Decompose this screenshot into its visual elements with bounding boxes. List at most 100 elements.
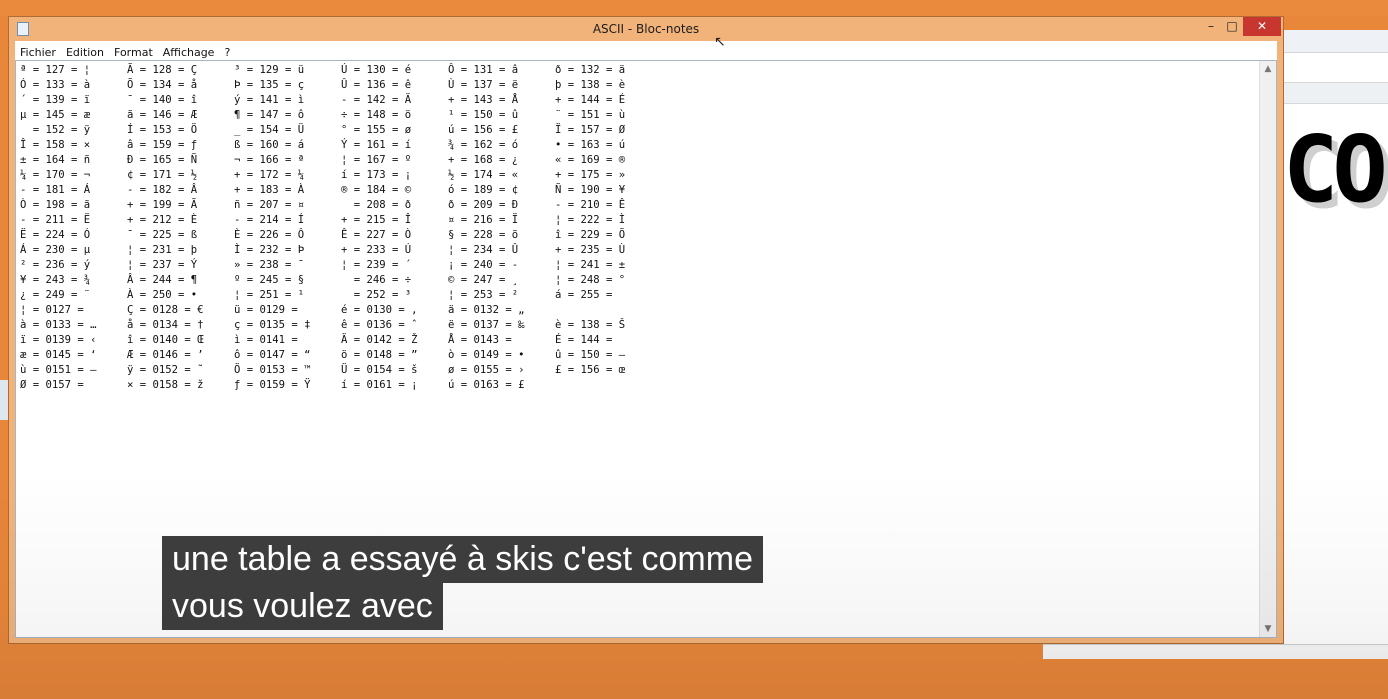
- minimize-button[interactable]: –: [1201, 17, 1221, 36]
- text-cell: = 152 = ÿ: [20, 124, 91, 136]
- text-cell: Â = 244 = ¶: [127, 274, 198, 286]
- text-cell: Ù = 137 = ë: [448, 79, 519, 91]
- text-line: Ë = 224 = Ó ¯ = 225 = ß È = 226 = Ô Ê = 227…: [20, 228, 662, 243]
- text-line: Ò = 198 = ã + = 199 = Ã ñ = 207 = ¤ = 208 …: [20, 198, 662, 213]
- text-cell: _ = 154 = Ü: [234, 124, 305, 136]
- text-cell: ð = 209 = Ð: [448, 199, 519, 211]
- text-line: µ = 145 = æ ã = 146 = Æ ¶ = 147 = ô ÷ = 148…: [20, 108, 662, 123]
- text-cell: û = 150 = –: [555, 349, 626, 361]
- scroll-up-icon[interactable]: ▲: [1260, 61, 1276, 77]
- text-line: ± = 164 = ñ Ð = 165 = Ñ ¬ = 166 = ª ¦ = 167…: [20, 153, 662, 168]
- text-cell: Ì = 232 = Þ: [234, 244, 305, 256]
- text-cell: â = 159 = ƒ: [127, 139, 198, 151]
- subtitle-line-2: vous voulez avec: [162, 583, 443, 630]
- text-cell: ÷ = 148 = ö: [341, 109, 412, 121]
- text-cell: + = 235 = Ù: [555, 244, 626, 256]
- text-cell: ¿ = 249 = ¨: [20, 289, 91, 301]
- text-cell: ï = 0139 = ‹: [20, 334, 97, 346]
- background-window-titlebar: [1283, 30, 1388, 53]
- text-cell: ¦ = 222 = Ì: [555, 214, 626, 226]
- text-cell: ¹ = 150 = û: [448, 109, 519, 121]
- text-cell: Ý = 161 = í: [341, 139, 412, 151]
- text-line: Á = 230 = µ ¦ = 231 = þ Ì = 232 = Þ + = 233…: [20, 243, 662, 258]
- text-cell: - = 214 = Í: [234, 214, 305, 226]
- text-cell: + = 199 = Ã: [127, 199, 198, 211]
- text-cell: ³ = 129 = ü: [234, 64, 305, 76]
- close-button[interactable]: ✕: [1243, 17, 1281, 36]
- text-cell: ¦ = 251 = ¹: [234, 289, 305, 301]
- text-cell: ÿ = 0152 = ˜: [127, 364, 204, 376]
- text-cell: î = 0140 = Œ: [127, 334, 204, 346]
- text-line: ´ = 139 = ï ¯ = 140 = î ý = 141 = ì - = 142…: [20, 93, 662, 108]
- text-cell: ¦ = 239 = ´: [341, 259, 412, 271]
- text-cell: ¦ = 241 = ±: [555, 259, 626, 271]
- text-cell: Ë = 224 = Ó: [20, 229, 91, 241]
- text-cell: © = 247 = ¸: [448, 274, 519, 286]
- text-cell: Ö = 0153 = ™: [234, 364, 311, 376]
- background-window[interactable]: COI: [1282, 30, 1388, 658]
- text-cell: = 208 = ð: [341, 199, 412, 211]
- maximize-button[interactable]: □: [1221, 17, 1243, 36]
- text-cell: þ = 138 = è: [555, 79, 626, 91]
- text-line: ¥ = 243 = ¾ Â = 244 = ¶ º = 245 = § = 246 …: [20, 273, 662, 288]
- text-cell: à = 0133 = …: [20, 319, 97, 331]
- scroll-down-icon[interactable]: ▼: [1260, 621, 1276, 637]
- text-cell: + = 183 = À: [234, 184, 305, 196]
- text-cell: ¦ = 167 = º: [341, 154, 412, 166]
- text-cell: Ò = 198 = ã: [20, 199, 91, 211]
- text-line: Î = 158 = × â = 159 = ƒ ß = 160 = á Ý = 161…: [20, 138, 662, 153]
- text-cell: ä = 0132 = „: [448, 304, 525, 316]
- menu-bar: Fichier Edition Format Affichage?: [15, 41, 1277, 60]
- text-cell: Ã = 128 = Ç: [127, 64, 198, 76]
- text-cell: - = 211 = Ë: [20, 214, 91, 226]
- text-cell: Í = 153 = Ö: [127, 124, 198, 136]
- text-cell: + = 233 = Ú: [341, 244, 412, 256]
- text-cell: ã = 146 = Æ: [127, 109, 198, 121]
- text-cell: - = 182 = Â: [127, 184, 198, 196]
- text-cell: ¯ = 225 = ß: [127, 229, 198, 241]
- text-cell: + = 215 = Î: [341, 214, 412, 226]
- text-cell: ¤ = 216 = Ï: [448, 214, 519, 226]
- text-cell: å = 0134 = †: [127, 319, 204, 331]
- text-cell: Õ = 134 = å: [127, 79, 198, 91]
- text-cell: ü = 0129 =: [234, 304, 298, 316]
- text-cell: » = 238 = ¯: [234, 259, 305, 271]
- text-cell: Ä = 0142 = Ž: [341, 334, 418, 346]
- window-title: ASCII - Bloc-notes: [592, 22, 700, 36]
- text-line: - = 211 = Ë + = 212 = È - = 214 = Í + = 215…: [20, 213, 662, 228]
- text-cell: ò = 0149 = •: [448, 349, 525, 361]
- text-cell: Ê = 227 = Ò: [341, 229, 412, 241]
- text-line: ² = 236 = ý ¦ = 237 = Ý » = 238 = ¯ ¦ = 239…: [20, 258, 662, 273]
- text-cell: ® = 184 = ©: [341, 184, 412, 196]
- text-cell: Ó = 133 = à: [20, 79, 91, 91]
- text-cell: = 252 = ³: [341, 289, 412, 301]
- text-cell: ¯ = 140 = î: [127, 94, 198, 106]
- text-cell: ¦ = 0127 =: [20, 304, 84, 316]
- vertical-scrollbar[interactable]: ▲ ▼: [1259, 61, 1276, 637]
- text-line: ù = 0151 = — ÿ = 0152 = ˜ Ö = 0153 = ™ Ü = …: [20, 363, 662, 378]
- text-cell: ó = 189 = ¢: [448, 184, 519, 196]
- title-bar[interactable]: ASCII - Bloc-notes – □ ✕: [9, 17, 1283, 41]
- text-cell: Û = 136 = ê: [341, 79, 412, 91]
- text-cell: é = 0130 = ‚: [341, 304, 418, 316]
- text-line: æ = 0145 = ‘ Æ = 0146 = ’ ô = 0147 = “ ö = …: [20, 348, 662, 363]
- text-cell: è = 138 = Š: [555, 319, 626, 331]
- text-line: à = 0133 = … å = 0134 = † ç = 0135 = ‡ ê = …: [20, 318, 662, 333]
- text-cell: ¦ = 253 = ²: [448, 289, 519, 301]
- text-line: Ø = 0157 = × = 0158 = ž ƒ = 0159 = Ÿ í = 01…: [20, 378, 662, 393]
- text-cell: + = 172 = ¼: [234, 169, 305, 181]
- text-line: Ó = 133 = à Õ = 134 = å Þ = 135 = ç Û = 136…: [20, 78, 662, 93]
- text-cell: ¾ = 162 = ó: [448, 139, 519, 151]
- text-cell: È = 226 = Ô: [234, 229, 305, 241]
- text-cell: - = 142 = Ä: [341, 94, 412, 106]
- text-cell: ² = 236 = ý: [20, 259, 91, 271]
- text-cell: ¨ = 151 = ù: [555, 109, 626, 121]
- text-cell: ç = 0135 = ‡: [234, 319, 311, 331]
- text-cell: ¢ = 171 = ½: [127, 169, 198, 181]
- text-cell: ù = 0151 = —: [20, 364, 97, 376]
- background-window-bottom: [1043, 644, 1388, 659]
- text-line: ï = 0139 = ‹ î = 0140 = Œ ì = 0141 = Ä = 01…: [20, 333, 662, 348]
- text-cell: µ = 145 = æ: [20, 109, 91, 121]
- text-cell: ö = 0148 = ”: [341, 349, 418, 361]
- text-cell: Î = 158 = ×: [20, 139, 91, 151]
